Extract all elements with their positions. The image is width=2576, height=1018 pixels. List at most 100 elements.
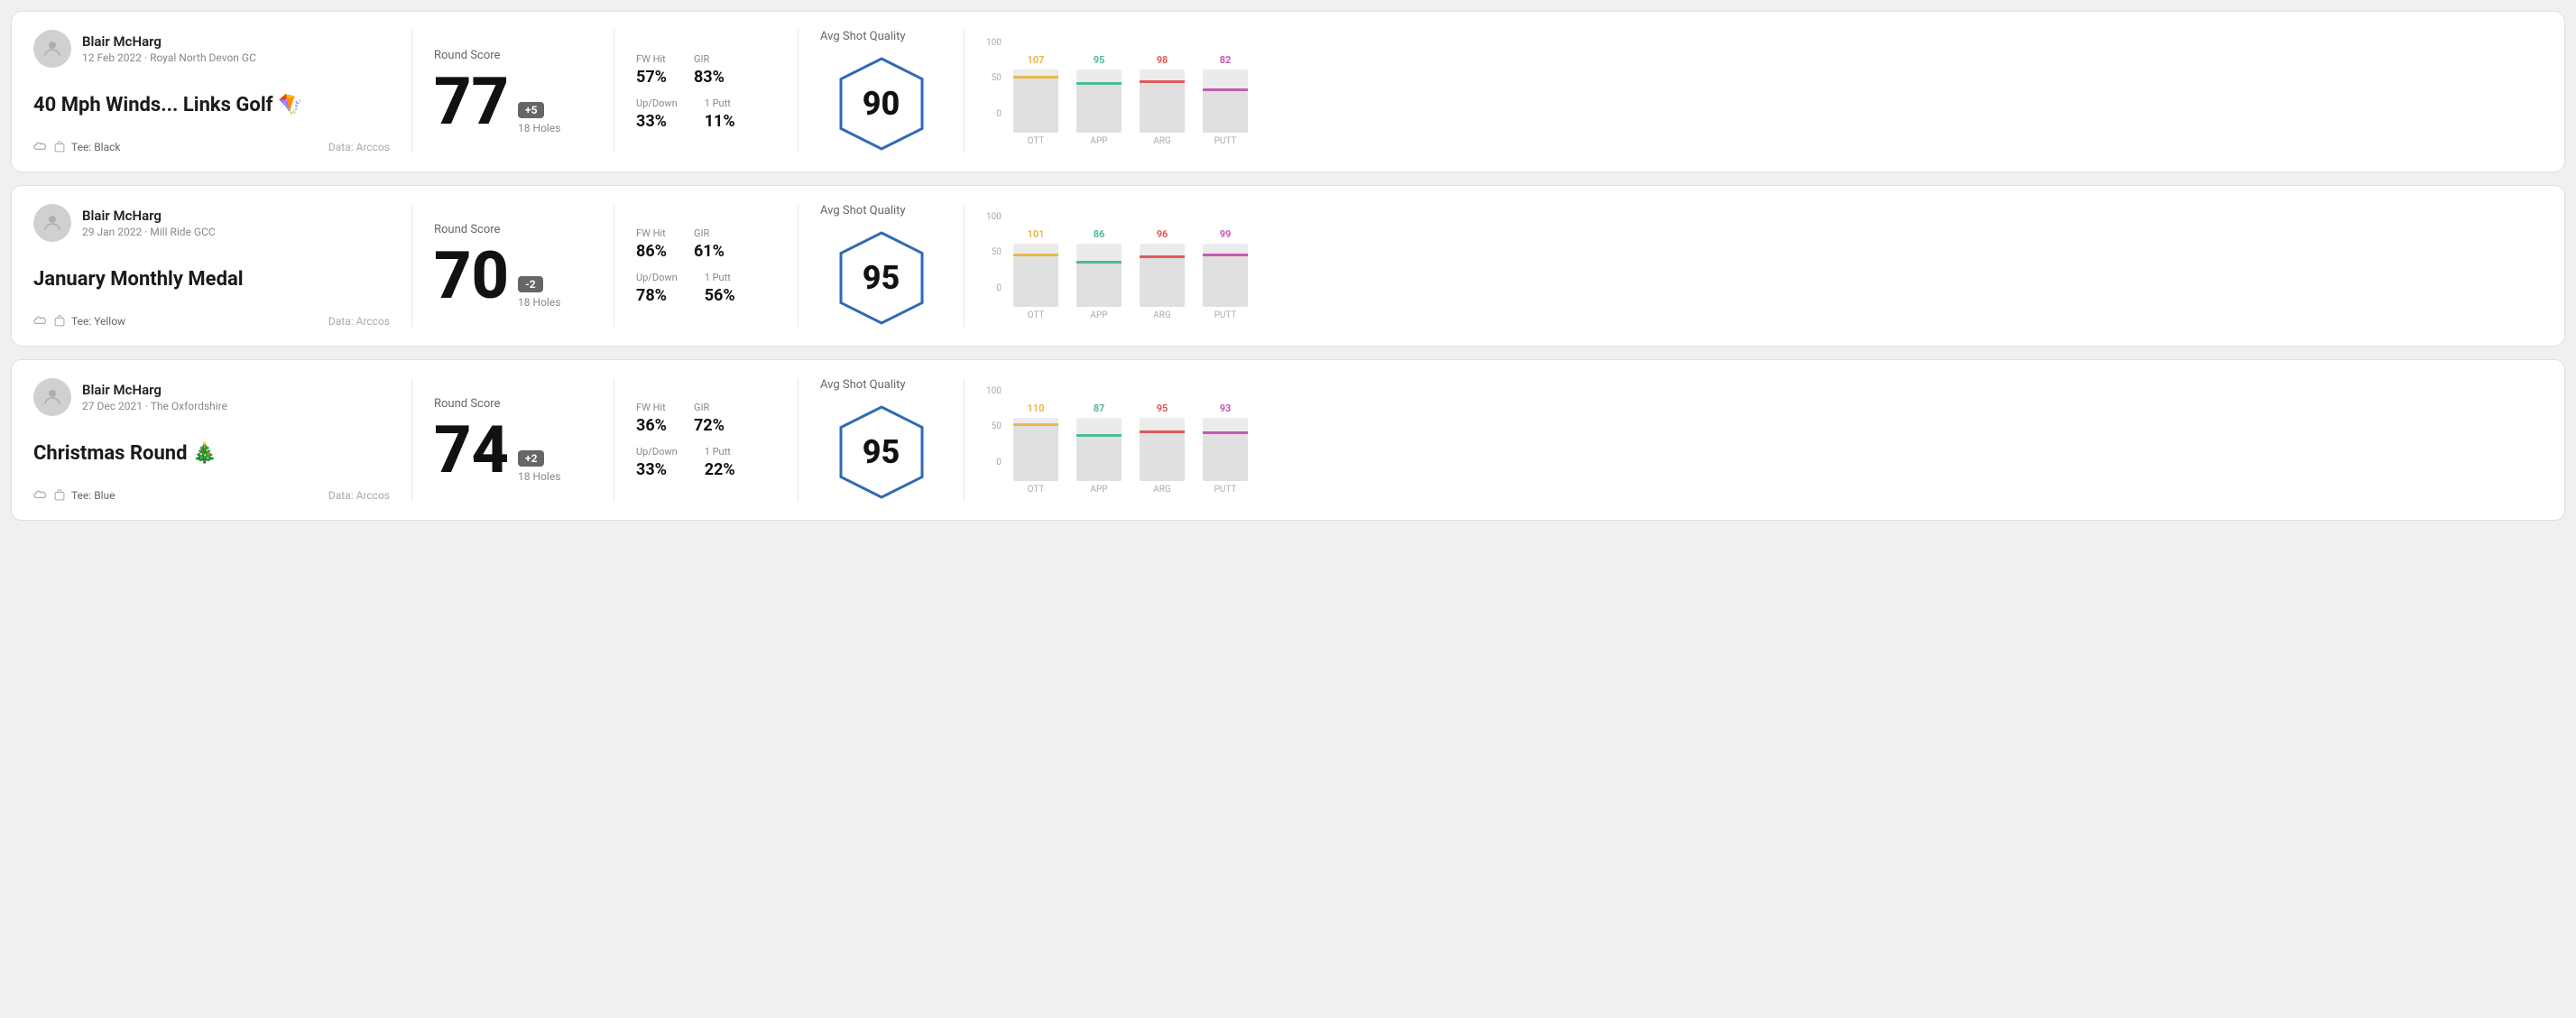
user-name: Blair McHarg <box>82 33 256 50</box>
bar-wrapper-ott <box>1013 244 1058 307</box>
hexagon-container: 95 <box>836 403 927 502</box>
bar-fill-app <box>1076 264 1122 307</box>
up-down-value: 33% <box>636 460 678 479</box>
bar-wrapper-ott <box>1013 69 1058 133</box>
cloud-icon <box>33 142 48 153</box>
y-label-100: 100 <box>986 38 1002 48</box>
bar-group-arg: 98ARG <box>1140 54 1185 146</box>
quality-section: Avg Shot Quality 90 <box>820 30 965 153</box>
gir-label: GIR <box>694 402 725 413</box>
round-title: 40 Mph Winds... Links Golf 🪁 <box>33 94 390 117</box>
fw-hit-label: FW Hit <box>636 53 667 65</box>
chart-section: 100 50 0 107OTT95APP98ARG82PUTT <box>986 30 2543 153</box>
stats-section: FW Hit 57% GIR 83% Up/Down 33% 1 Putt 11… <box>636 30 799 153</box>
score-modifier-badge: +5 <box>518 102 544 118</box>
bar-fill-ott <box>1013 79 1058 133</box>
bar-name-putt: PUTT <box>1214 310 1237 320</box>
bag-icon <box>53 315 66 328</box>
bar-group-arg: 96ARG <box>1140 228 1185 320</box>
quality-section: Avg Shot Quality 95 <box>820 204 965 328</box>
tee-info: Tee: Black <box>33 141 120 153</box>
bar-chart: 100 50 0 101OTT86APP96ARG99PUTT <box>986 212 2543 320</box>
user-details: Blair McHarg27 Dec 2021 · The Oxfordshir… <box>82 382 227 412</box>
bar-name-arg: ARG <box>1153 310 1171 320</box>
avatar <box>33 30 71 68</box>
tee-info: Tee: Blue <box>33 489 115 502</box>
hexagon-container: 95 <box>836 228 927 328</box>
bar-marker-app <box>1076 82 1122 85</box>
bar-fill-putt <box>1203 434 1248 481</box>
gir-stat: GIR 83% <box>694 53 725 87</box>
user-info: Blair McHarg27 Dec 2021 · The Oxfordshir… <box>33 378 390 416</box>
y-label-100: 100 <box>986 212 1002 222</box>
bar-wrapper-app <box>1076 244 1122 307</box>
bar-value-arg: 95 <box>1157 403 1168 414</box>
bar-group-ott: 110 OTT <box>1013 403 1058 495</box>
holes-label: 18 Holes <box>518 296 560 309</box>
data-source: Data: Arccos <box>328 489 390 502</box>
bar-marker-ott <box>1013 423 1058 426</box>
user-name: Blair McHarg <box>82 382 227 398</box>
bar-name-app: APP <box>1090 310 1107 320</box>
bar-value-ott: 110 <box>1028 403 1045 414</box>
bar-group-arg: 95ARG <box>1140 403 1185 495</box>
bag-icon <box>53 141 66 153</box>
bar-wrapper-ott <box>1013 418 1058 481</box>
stats-section: FW Hit 86% GIR 61% Up/Down 78% 1 Putt 56… <box>636 204 799 328</box>
bar-wrapper-app <box>1076 418 1122 481</box>
bar-name-ott: OTT <box>1028 310 1045 320</box>
gir-value: 72% <box>694 416 725 435</box>
one-putt-label: 1 Putt <box>705 272 735 283</box>
bar-wrapper-putt <box>1203 418 1248 481</box>
round-card: Blair McHarg27 Dec 2021 · The Oxfordshir… <box>11 359 2565 521</box>
gir-stat: GIR 72% <box>694 402 725 435</box>
gir-value: 83% <box>694 68 725 87</box>
bar-chart: 100 50 0 107OTT95APP98ARG82PUTT <box>986 38 2543 146</box>
avatar <box>33 378 71 416</box>
tee-label: Tee: Black <box>71 141 120 153</box>
gir-label: GIR <box>694 227 725 239</box>
stats-section: FW Hit 36% GIR 72% Up/Down 33% 1 Putt 22… <box>636 378 799 502</box>
bar-marker-arg <box>1140 430 1185 433</box>
y-axis: 100 50 0 <box>986 38 1002 119</box>
bar-group-putt: 93PUTT <box>1203 403 1248 495</box>
y-label-0: 0 <box>996 109 1002 119</box>
stats-row-2: Up/Down 78% 1 Putt 56% <box>636 272 776 305</box>
bar-wrapper-putt <box>1203 244 1248 307</box>
bar-name-ott: OTT <box>1028 136 1045 146</box>
bar-fill-arg <box>1140 433 1185 481</box>
bar-name-putt: PUTT <box>1214 136 1237 146</box>
quality-score: 90 <box>863 85 900 123</box>
data-source: Data: Arccos <box>328 141 390 153</box>
bar-fill-ott <box>1013 256 1058 307</box>
score-section: Round Score74+218 Holes <box>434 378 614 502</box>
one-putt-value: 11% <box>705 112 735 131</box>
up-down-stat: Up/Down 78% <box>636 272 678 305</box>
up-down-stat: Up/Down 33% <box>636 97 678 131</box>
quality-score: 95 <box>863 433 900 471</box>
bar-wrapper-arg <box>1140 418 1185 481</box>
cloud-icon <box>33 316 48 327</box>
chart-section: 100 50 0 110OTT87APP95ARG93PUTT <box>986 378 2543 502</box>
bar-group-ott: 107OTT <box>1013 54 1058 146</box>
fw-hit-value: 86% <box>636 242 667 261</box>
bar-fill-ott <box>1013 426 1058 481</box>
one-putt-stat: 1 Putt 56% <box>705 272 735 305</box>
bar-name-ott: OTT <box>1028 485 1045 495</box>
fw-hit-value: 57% <box>636 68 667 87</box>
bar-value-putt: 99 <box>1220 228 1232 240</box>
quality-label: Avg Shot Quality <box>820 204 906 217</box>
quality-section: Avg Shot Quality 95 <box>820 378 965 502</box>
one-putt-label: 1 Putt <box>705 97 735 109</box>
score-row: 74+218 Holes <box>434 418 592 483</box>
bar-group-putt: 99 PUTT <box>1203 228 1248 320</box>
bar-group-app: 87APP <box>1076 403 1122 495</box>
score-modifier-badge: +2 <box>518 450 544 467</box>
gir-stat: GIR 61% <box>694 227 725 261</box>
bar-group-app: 95APP <box>1076 54 1122 146</box>
card-footer: Tee: Yellow Data: Arccos <box>33 315 390 328</box>
bar-marker-app <box>1076 261 1122 264</box>
fw-hit-stat: FW Hit 36% <box>636 402 667 435</box>
bar-marker-app <box>1076 434 1122 437</box>
y-label-0: 0 <box>996 458 1002 467</box>
